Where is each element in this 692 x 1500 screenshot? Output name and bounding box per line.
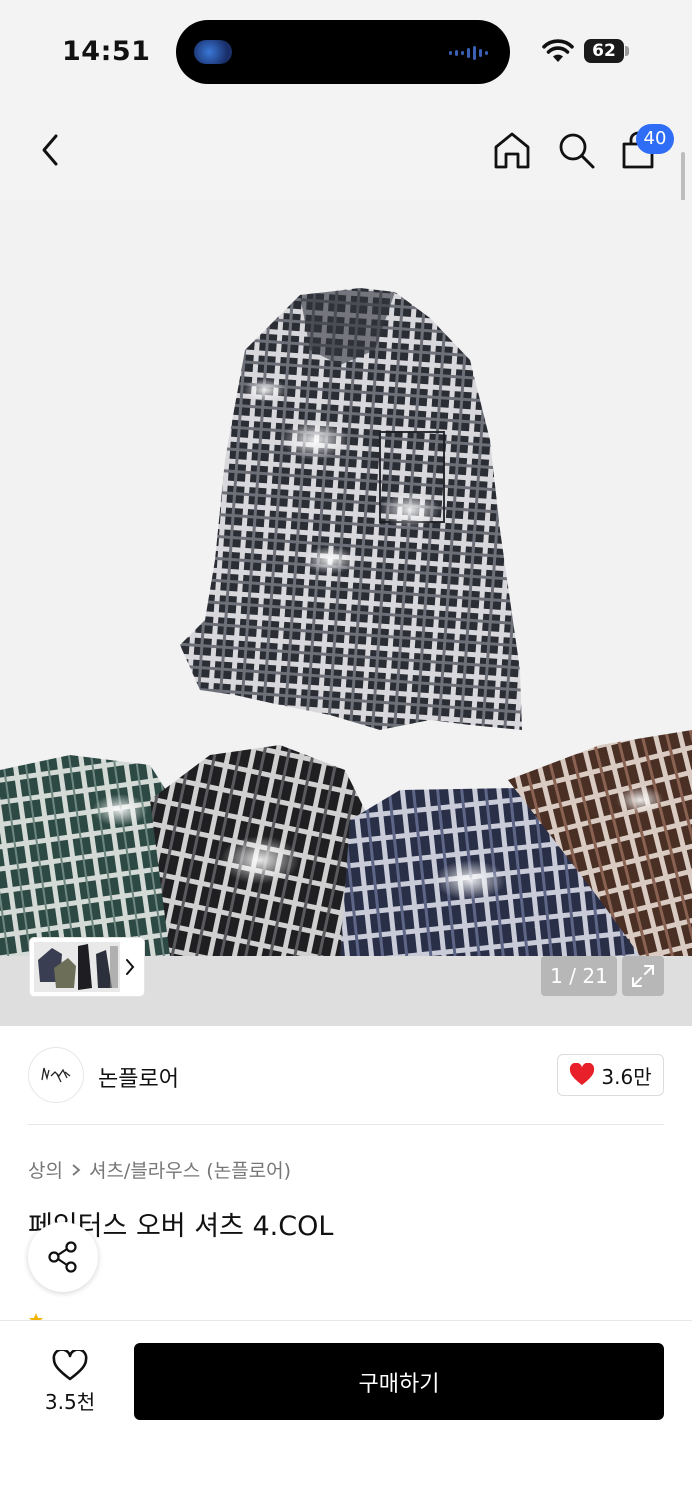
back-button[interactable] [26, 126, 74, 174]
search-button[interactable] [552, 126, 600, 174]
heart-filled-icon [570, 1063, 595, 1085]
audio-waveform-icon [449, 46, 488, 60]
gallery-page-counter: 1 / 21 [541, 956, 617, 996]
wishlist-count: 3.5천 [44, 1389, 96, 1414]
wifi-icon [542, 39, 574, 62]
status-time: 14:51 [62, 36, 151, 67]
color-variant-thumbnail-button[interactable] [30, 938, 144, 996]
buy-button[interactable]: 구매하기 [134, 1343, 664, 1420]
battery-indicator: 62 [584, 39, 624, 63]
share-icon [48, 1241, 77, 1273]
brand-name[interactable]: 논플로어 [98, 1061, 179, 1093]
status-bar: 14:51 62 [0, 0, 692, 100]
share-button[interactable] [28, 1222, 98, 1292]
bottom-action-bar: 3.5천 구매하기 [0, 1320, 692, 1500]
brand-like-button[interactable]: 3.6만 [557, 1054, 664, 1096]
battery-tip [625, 46, 629, 56]
breadcrumb-category[interactable]: 상의 [28, 1156, 63, 1183]
expand-icon [632, 965, 654, 987]
home-icon [494, 132, 530, 169]
brand-logo-mark [41, 1067, 71, 1083]
wishlist-button[interactable]: 3.5천 [30, 1345, 110, 1419]
product-image-gallery[interactable] [0, 200, 692, 1026]
now-playing-artwork-icon [194, 40, 232, 64]
search-icon [559, 133, 595, 169]
breadcrumb: 상의 셔츠/블라우스 (논플로어) [28, 1156, 291, 1183]
chevron-left-icon [42, 134, 58, 166]
breadcrumb-subcategory[interactable]: 셔츠/블라우스 (논플로어) [89, 1156, 291, 1183]
variant-thumbnail-image [34, 942, 135, 992]
heart-outline-icon [52, 1349, 88, 1380]
dynamic-island [176, 20, 510, 84]
chevron-right-icon [72, 1163, 81, 1176]
product-photo [0, 288, 692, 956]
home-button[interactable] [488, 126, 536, 174]
brand-logo[interactable] [28, 1047, 84, 1103]
brand-like-count: 3.6만 [601, 1064, 652, 1089]
section-divider [28, 1124, 664, 1125]
cart-count-badge: 40 [636, 124, 674, 154]
star-icon [29, 1313, 43, 1320]
expand-gallery-button[interactable] [622, 956, 664, 996]
rating-row-partial [28, 1312, 44, 1320]
top-nav-bar [0, 100, 692, 200]
